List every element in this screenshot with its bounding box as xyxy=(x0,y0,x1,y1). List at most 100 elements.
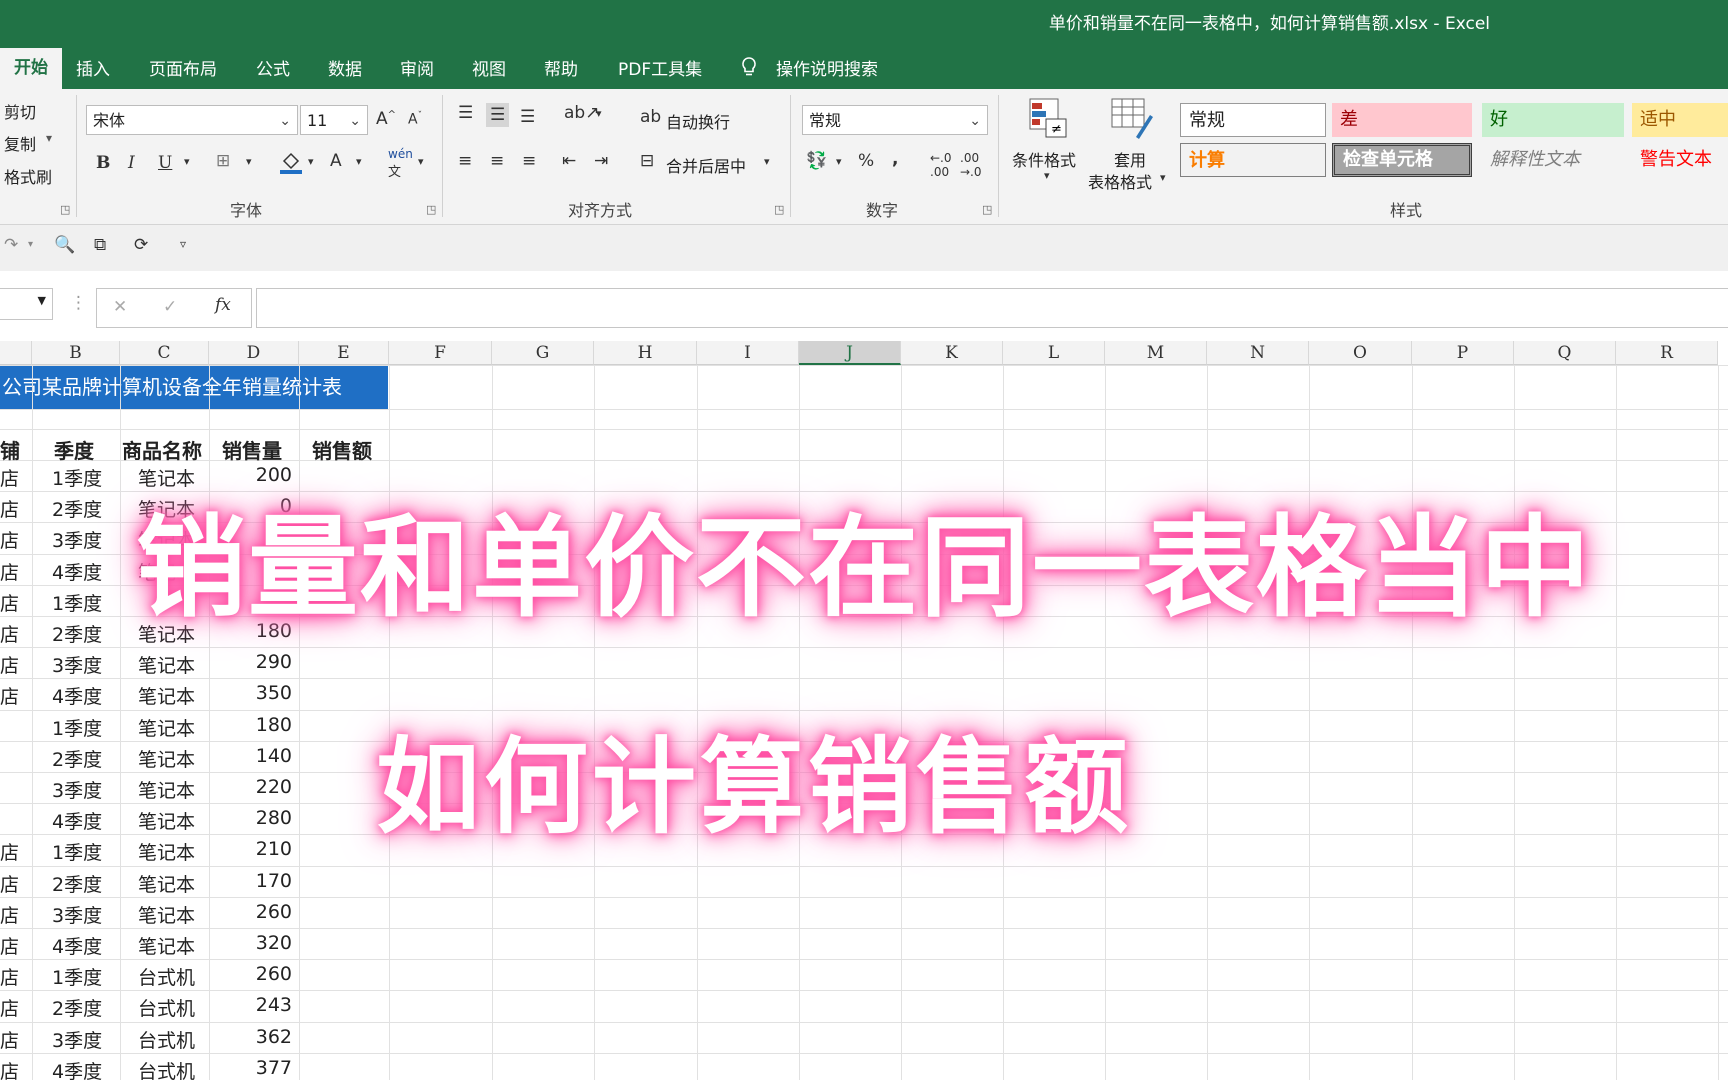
name-box[interactable]: ▼ xyxy=(0,288,53,320)
tell-me-search[interactable]: 操作说明搜索 xyxy=(762,52,892,89)
column-header-d[interactable]: D xyxy=(209,341,299,365)
sales-qty-cell[interactable]: 290 xyxy=(256,651,292,673)
column-header-g[interactable]: G xyxy=(492,341,594,365)
italic-button[interactable]: I xyxy=(128,153,135,173)
style-normal[interactable]: 常规 xyxy=(1180,103,1326,137)
number-launcher-icon[interactable]: ◳ xyxy=(982,203,992,216)
quarter-cell[interactable]: 4季度 xyxy=(52,1057,102,1080)
tab-review[interactable]: 审阅 xyxy=(386,52,448,89)
product-cell[interactable]: 笔记本 xyxy=(138,932,195,959)
chevron-down-icon[interactable]: ▾ xyxy=(184,155,190,168)
formula-input[interactable] xyxy=(256,288,1728,328)
sales-qty-cell[interactable]: 320 xyxy=(256,932,292,954)
refresh-icon[interactable]: ⟳ xyxy=(134,235,148,255)
store-cell[interactable]: 店 xyxy=(0,994,19,1021)
align-center-icon[interactable]: ≡ xyxy=(490,151,504,171)
wrap-text-icon[interactable]: ab xyxy=(640,107,661,127)
store-cell[interactable]: 店 xyxy=(0,651,19,678)
decrease-decimal-icon[interactable]: .00 →.0 xyxy=(960,151,982,179)
style-neutral[interactable]: 适中 xyxy=(1632,103,1728,137)
redo-icon[interactable]: ↷ xyxy=(4,235,18,255)
merge-center-button[interactable]: 合并后居中 xyxy=(666,153,746,177)
store-cell[interactable]: 店 xyxy=(0,1026,19,1053)
tab-home[interactable]: 开始 xyxy=(0,48,62,89)
top-align-icon[interactable]: ☰ xyxy=(458,103,473,123)
shrink-font-icon[interactable]: Aˇ xyxy=(408,111,422,128)
sales-qty-cell[interactable]: 243 xyxy=(256,994,292,1016)
header-cell-sales-qty[interactable]: 销售量 xyxy=(222,435,282,464)
wrap-text-button[interactable]: 自动换行 xyxy=(666,109,730,133)
product-cell[interactable]: 笔记本 xyxy=(138,870,195,897)
underline-button[interactable]: U xyxy=(158,153,172,173)
product-cell[interactable]: 台式机 xyxy=(138,1057,195,1080)
cancel-icon[interactable]: ✕ xyxy=(113,297,127,317)
quarter-cell[interactable]: 4季度 xyxy=(52,932,102,959)
store-cell[interactable]: 店 xyxy=(0,932,19,959)
column-header-f[interactable]: F xyxy=(389,341,492,365)
store-cell[interactable]: 店 xyxy=(0,963,19,990)
grow-font-icon[interactable]: A^ xyxy=(376,109,396,129)
borders-icon[interactable]: ⊞ xyxy=(216,151,230,171)
alignment-launcher-icon[interactable]: ◳ xyxy=(774,203,784,216)
product-cell[interactable]: 台式机 xyxy=(138,963,195,990)
style-explanatory[interactable]: 解释性文本 xyxy=(1482,143,1624,177)
sales-qty-cell[interactable]: 260 xyxy=(256,963,292,985)
chevron-down-icon[interactable]: ▾ xyxy=(28,239,33,250)
header-cell-a[interactable]: 铺 xyxy=(0,435,20,464)
table-format-icon[interactable] xyxy=(1110,97,1154,144)
chevron-down-icon[interactable]: ▾ xyxy=(1044,169,1050,182)
column-header-c[interactable]: C xyxy=(120,341,209,365)
decrease-indent-icon[interactable]: ⇤ xyxy=(562,151,576,171)
font-size-select[interactable]: 11 ⌄ xyxy=(300,105,368,135)
chevron-down-icon[interactable]: ▾ xyxy=(356,155,362,168)
product-cell[interactable]: 台式机 xyxy=(138,1026,195,1053)
store-cell[interactable]: 店 xyxy=(0,1057,19,1080)
tab-formulas[interactable]: 公式 xyxy=(242,52,304,89)
align-right-icon[interactable]: ≡ xyxy=(522,151,536,171)
font-name-select[interactable]: 宋体 ⌄ xyxy=(86,105,298,135)
font-color-icon[interactable]: A xyxy=(330,151,342,171)
quarter-cell[interactable]: 1季度 xyxy=(52,963,102,990)
cut-button[interactable]: 剪切 xyxy=(4,99,36,123)
store-cell[interactable]: 店 xyxy=(0,870,19,897)
comma-button[interactable]: , xyxy=(892,149,898,169)
tab-pdf-tools[interactable]: PDF工具集 xyxy=(604,52,716,89)
product-cell[interactable]: 笔记本 xyxy=(138,901,195,928)
fill-color-icon[interactable] xyxy=(278,149,304,180)
table-format-label-1[interactable]: 套用 xyxy=(1114,147,1146,171)
column-header-o[interactable]: O xyxy=(1309,341,1412,365)
chevron-down-icon[interactable]: ▾ xyxy=(764,155,770,168)
currency-icon[interactable]: 💱 xyxy=(806,151,827,171)
tab-data[interactable]: 数据 xyxy=(314,52,376,89)
sales-qty-cell[interactable]: 260 xyxy=(256,901,292,923)
table-title-banner[interactable]: 公司某品牌计算机设备全年销量统计表 xyxy=(0,365,388,409)
header-cell-quarter[interactable]: 季度 xyxy=(54,435,94,464)
style-calculation[interactable]: 计算 xyxy=(1180,143,1326,177)
number-format-select[interactable]: 常规 ⌄ xyxy=(802,105,988,135)
chevron-down-icon[interactable]: ▾ xyxy=(246,155,252,168)
column-header-m[interactable]: M xyxy=(1105,341,1207,365)
align-left-icon[interactable]: ≡ xyxy=(458,151,472,171)
chevron-down-icon[interactable]: ▾ xyxy=(836,155,842,168)
chevron-down-icon[interactable]: ▾ xyxy=(308,155,314,168)
chevron-down-icon[interactable]: ▾ xyxy=(1160,171,1166,184)
column-header-r[interactable]: R xyxy=(1616,341,1718,365)
style-warning[interactable]: 警告文本 xyxy=(1632,143,1728,177)
column-header-k[interactable]: K xyxy=(901,341,1003,365)
sales-qty-cell[interactable]: 377 xyxy=(256,1057,292,1079)
bold-button[interactable]: B xyxy=(96,153,110,173)
quarter-cell[interactable]: 3季度 xyxy=(52,651,102,678)
quarter-cell[interactable]: 3季度 xyxy=(52,901,102,928)
copy-button[interactable]: 复制 xyxy=(4,131,36,155)
insert-function-icon[interactable]: fx xyxy=(215,295,231,315)
column-header-n[interactable]: N xyxy=(1207,341,1309,365)
increase-indent-icon[interactable]: ⇥ xyxy=(594,151,608,171)
quarter-cell[interactable]: 2季度 xyxy=(52,870,102,897)
table-format-label-2[interactable]: 表格格式 xyxy=(1088,169,1152,193)
phonetic-guide-icon[interactable]: wén 文 xyxy=(388,147,413,180)
column-header-a[interactable] xyxy=(0,341,32,365)
chevron-down-icon[interactable]: ▾ xyxy=(418,155,424,168)
product-cell[interactable]: 台式机 xyxy=(138,994,195,1021)
store-cell[interactable]: 店 xyxy=(0,901,19,928)
column-header-i[interactable]: I xyxy=(697,341,799,365)
